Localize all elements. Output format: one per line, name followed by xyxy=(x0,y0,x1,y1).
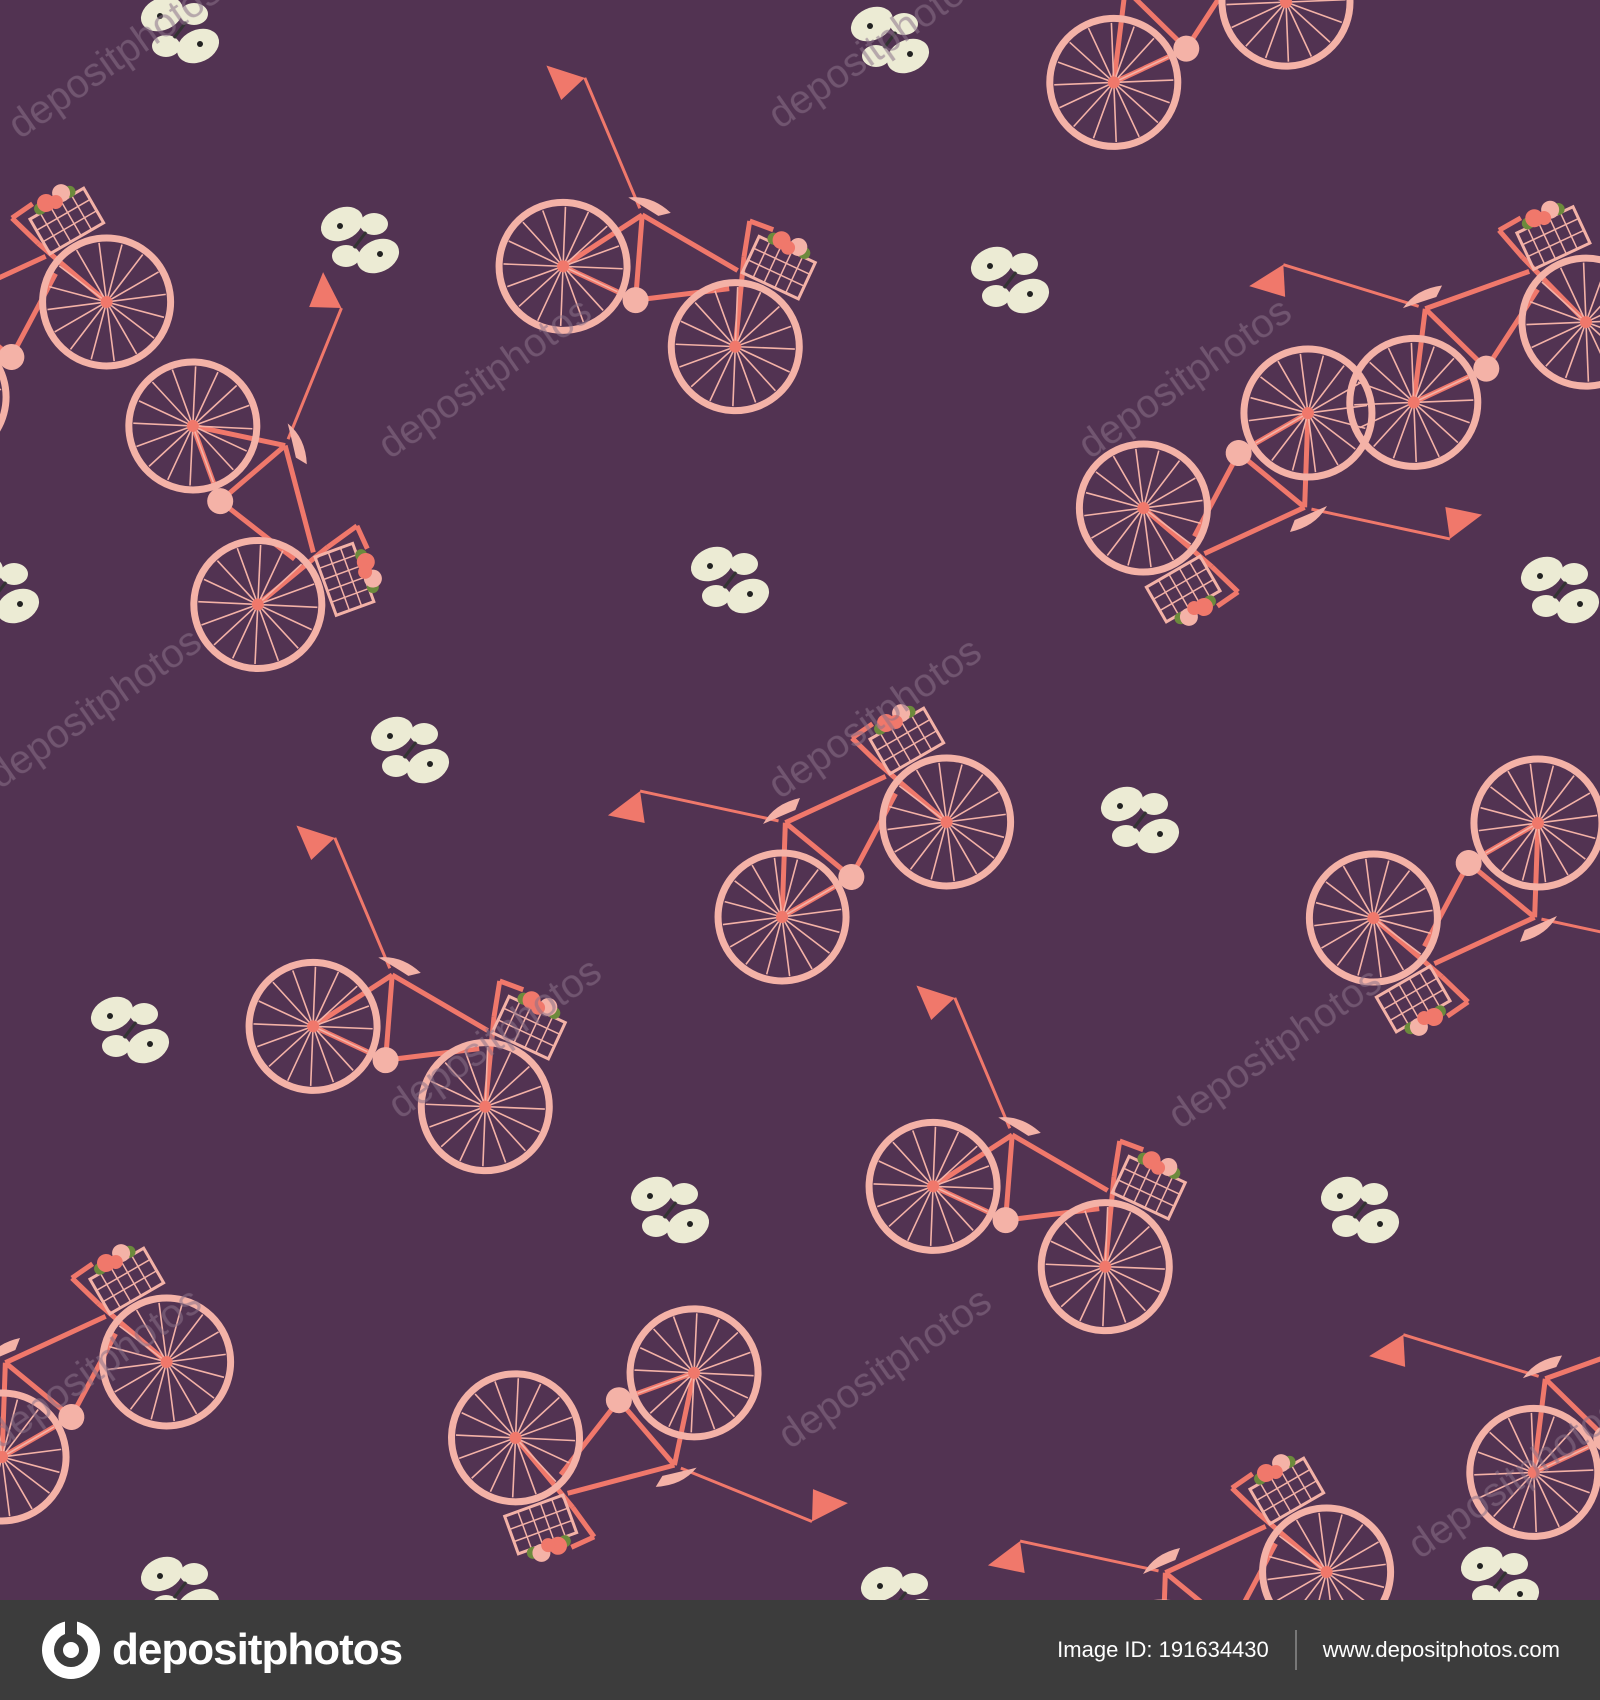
brand-logo[interactable]: depositphotos xyxy=(40,1619,403,1681)
site-url-link[interactable]: www.depositphotos.com xyxy=(1323,1637,1560,1663)
footer-bar: depositphotos Image ID: 191634430 www.de… xyxy=(0,1600,1600,1700)
depositphotos-logo-icon xyxy=(42,1621,100,1679)
bicycle-pattern: depositphotos depositphotos depositphoto… xyxy=(0,0,1600,1600)
image-id-label: Image ID: 191634430 xyxy=(1057,1637,1269,1662)
footer-divider xyxy=(1294,1630,1297,1670)
logo-text: depositphotos xyxy=(112,1625,403,1674)
